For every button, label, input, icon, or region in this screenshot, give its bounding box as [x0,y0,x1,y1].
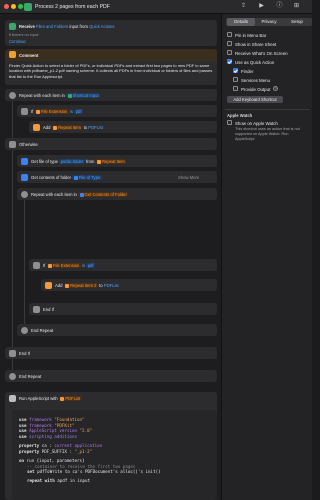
pdflist-target-2[interactable]: PDFList [104,283,119,288]
repeat-icon [9,91,16,99]
receive-types[interactable]: Files and Folders [36,24,68,29]
comment-icon [9,51,16,58]
end-if-inner[interactable] [29,303,217,315]
otherwise-icon [9,140,16,148]
receive-on-screen-checkbox[interactable] [227,50,232,55]
zoom-window-button[interactable] [18,4,23,9]
file-extension-var[interactable]: File Extension [34,109,69,114]
share-sheet-checkbox[interactable] [227,41,232,46]
end-repeat-icon [21,326,28,334]
code-line: use AppleScript version "2.8" [19,428,93,433]
pin-menu-bar-checkbox[interactable] [227,32,232,37]
show-more-button[interactable]: Show More [178,175,199,180]
code-line: property PDF_SUFFIX : "_p1-2" [19,448,93,454]
code-line: use scripting additions [19,433,77,439]
repeat-row: Repeat with each item in Shortcut Input [19,93,101,98]
if-row: If File Extension is pdf [31,109,84,114]
comment-text: Finder Quick Action to select a folder o… [9,63,213,79]
variable-icon-2 [45,281,52,289]
pdflist-target[interactable]: PDFList [88,125,103,130]
file-icon [21,157,28,165]
code-line: on run {input, parameters} [19,458,85,463]
finder-checkbox[interactable] [233,68,238,73]
receive-row: Receive Files and Folders input from Qui… [19,24,115,29]
services-menu-label: Services Menu [241,77,271,83]
quick-action-checkbox[interactable] [227,59,232,64]
end-repeat-icon-2 [9,372,16,380]
apple-watch-note: This shortcut uses an action that is not… [235,127,300,141]
code-comment: -- container to receive the first two pa… [27,463,136,469]
code-line: repeat with apdf in input [27,478,91,483]
end-repeat-inner-label: End Repeat [31,328,54,333]
repeat-item-var-2[interactable]: Repeat Item [95,159,127,164]
get-file-row: Get file of type public.folder from Repe… [31,159,127,164]
shortcut-input-var[interactable]: Shortcut Input [66,93,101,98]
applescript-icon [9,394,16,402]
shortcut-icon [24,3,32,11]
add-keyboard-shortcut-button[interactable]: Add Keyboard Shortcut [227,96,283,103]
folder-icon [21,173,28,181]
end-if-icon-2 [9,349,16,357]
file-type-value[interactable]: public.folder [59,159,85,164]
apple-watch-label: Show on Apple Watch [235,120,278,126]
add-row: Add Repeat Item to PDFList [43,125,104,130]
file-extension-var-2[interactable]: File Extension [46,263,81,268]
otherwise-label: Otherwise [19,142,38,147]
apple-watch-heading: Apple Watch [227,113,253,118]
tab-details[interactable]: Details [227,18,255,26]
provide-output-label: Provide Output [241,86,271,92]
close-window-button[interactable] [4,4,9,9]
if-value[interactable]: pdf [74,109,84,114]
run-icon[interactable]: ▶ [258,3,265,10]
receive-on-screen-label: Receive What's On Screen [235,50,288,56]
add2-row: Add Repeat Item 2 to PDFList [55,283,119,288]
end-if-outer[interactable] [5,347,217,359]
shortcut-input-icon [9,23,16,30]
repeat-item-2-var[interactable]: Repeat Item 2 [63,283,98,288]
end-if-outer-label: End If [19,351,30,356]
receive-fallback-label: If there's no input: [9,33,40,37]
end-repeat-outer-label: End Repeat [19,374,42,379]
end-if-inner-label: End If [43,307,54,312]
code-line: property ca : current application [19,443,103,448]
apple-watch-checkbox[interactable] [227,120,232,125]
repeat2-guide [24,200,25,335]
help-icon[interactable]: ? [273,85,278,91]
tab-privacy[interactable]: Privacy [255,18,283,26]
share-sheet-label: Show in Share Sheet [235,41,277,47]
receive-source[interactable]: Quick Actions [89,24,114,29]
repeat-item-var[interactable]: Repeat Item [51,125,83,130]
get-contents-row: Get contents of folder File of Type [31,175,102,180]
end-if-icon [33,305,40,313]
title-bar: Process 2 pages from each PDF ⇪ ▶ ⓘ ⊞ [0,0,312,14]
comment-title: Comment [19,52,39,58]
share-icon[interactable]: ⇪ [240,3,247,10]
info-icon[interactable]: ⓘ [276,3,283,10]
code-line: set pdfToWrite to ca's PDFDocument's all… [27,469,161,474]
code-line: use framework "PDFKit" [19,422,75,428]
if-value-2[interactable]: pdf [86,263,96,268]
contents-var[interactable]: Get Contents of Folder [78,192,129,197]
code-line: use framework "Foundation" [19,417,85,422]
file-of-type-var[interactable]: File of Type [72,175,102,180]
sidebar-divider [225,109,309,110]
tab-setup[interactable]: Setup [283,18,311,26]
minimize-window-button[interactable] [11,4,16,9]
services-menu-checkbox[interactable] [233,77,238,82]
pdflist-var[interactable]: PDFList [58,396,82,401]
if-icon [21,107,28,115]
window-title: Process 2 pages from each PDF [35,4,110,10]
if2-row: If File Extension is pdf [43,263,96,268]
applescript-row: Run AppleScript with PDFList [19,396,82,401]
receive-fallback-value[interactable]: Continue [9,39,26,44]
if-icon-2 [33,261,40,269]
pin-menu-bar-label: Pin in Menu Bar [235,32,267,38]
repeat2-row: Repeat with each item in Get Contents of… [31,192,129,197]
provide-output-checkbox[interactable] [233,86,238,91]
finder-label: Finder [241,68,254,74]
variable-icon [33,123,40,131]
repeat-icon-2 [21,190,28,198]
library-icon[interactable]: ⊞ [293,3,300,10]
quick-action-label: Use as Quick Action [235,59,275,65]
